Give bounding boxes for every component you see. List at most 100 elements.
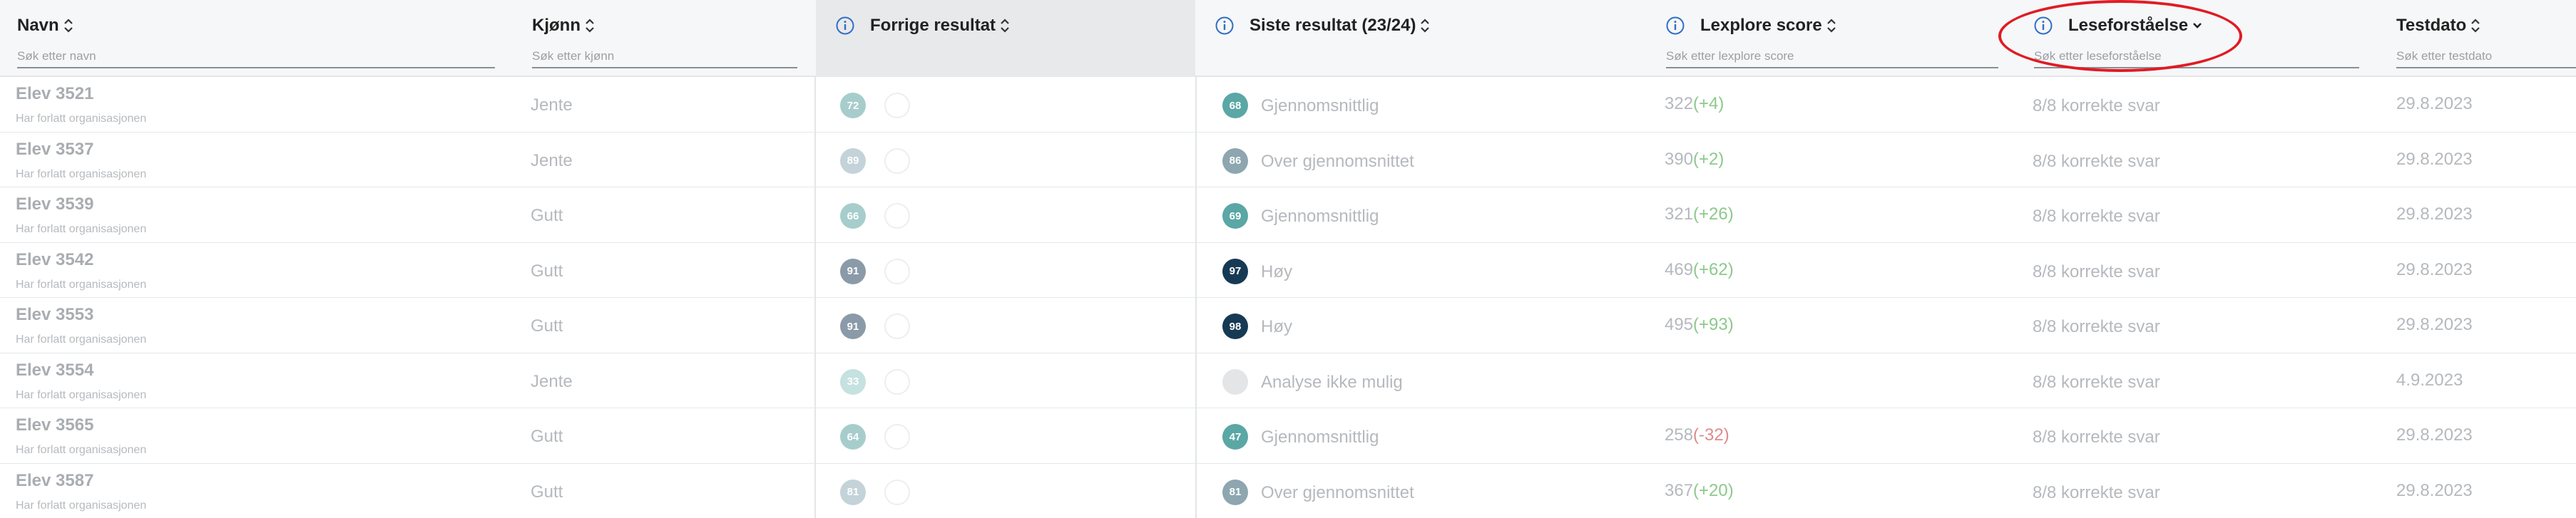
lexplore-score: 322(+4) <box>1665 94 1724 114</box>
prev-placeholder-badge <box>884 203 910 229</box>
prev-placeholder-badge <box>884 93 910 118</box>
student-name[interactable]: Elev 3554 <box>16 361 93 380</box>
column-header-kjonn: Kjønn <box>532 0 797 77</box>
student-name[interactable]: Elev 3537 <box>16 140 93 160</box>
lexplore-score-delta: (+93) <box>1693 315 1734 334</box>
prev-placeholder-badge <box>884 314 910 339</box>
lexplore-score-delta: (+2) <box>1693 149 1724 169</box>
student-status: Har forlatt organisasjonen <box>16 223 147 235</box>
prev-placeholder-badge <box>884 258 910 284</box>
lexplore-score-delta: (+62) <box>1693 259 1734 279</box>
search-kjonn-input[interactable] <box>532 46 797 68</box>
cell-navn: Elev 3537 Har forlatt organisasjonen <box>0 133 814 188</box>
sort-updown-icon <box>1826 16 1836 35</box>
lexplore-score-value: 258 <box>1665 425 1694 445</box>
sort-updown-icon <box>1000 16 1010 35</box>
cell-testdato: 29.8.2023 <box>2396 480 2473 500</box>
lexplore-score-delta: (+20) <box>1693 480 1734 500</box>
current-score-badge: 97 <box>1222 258 1248 284</box>
prev-placeholder-badge <box>884 479 910 505</box>
sort-testdato[interactable]: Testdato <box>2396 16 2480 36</box>
sort-forrige[interactable]: Forrige resultat <box>836 16 1010 36</box>
prev-score-badge: 91 <box>840 258 866 284</box>
student-name[interactable]: Elev 3587 <box>16 471 93 491</box>
cell-navn: Elev 3565 Har forlatt organisasjonen <box>0 408 814 464</box>
lexplore-score: 258(-32) <box>1665 425 1729 445</box>
lexplore-score-value: 469 <box>1665 259 1694 279</box>
lexplore-score-delta: (+4) <box>1693 94 1724 113</box>
column-label: Kjønn <box>532 16 581 35</box>
table-header: Navn Kjønn Forrige resultat <box>0 0 2576 77</box>
prev-placeholder-badge <box>884 368 910 395</box>
column-label: Leseforståelse <box>2068 16 2189 35</box>
prev-score-badge: 33 <box>840 368 866 395</box>
sort-navn[interactable]: Navn <box>17 16 73 36</box>
student-name[interactable]: Elev 3553 <box>16 305 93 325</box>
current-score-badge <box>1222 368 1248 395</box>
prev-score-badge: 81 <box>840 479 866 505</box>
student-name[interactable]: Elev 3542 <box>16 250 93 270</box>
current-score-badge: 47 <box>1222 424 1248 450</box>
prev-placeholder-badge <box>884 424 910 450</box>
table-row[interactable]: Elev 3542 Har forlatt organisasjonen Gut… <box>0 243 2576 298</box>
prev-score-badge: 66 <box>840 203 866 229</box>
info-icon[interactable] <box>1215 16 1234 35</box>
search-lexplore-input[interactable] <box>1666 46 1998 68</box>
lexplore-score-value: 390 <box>1665 149 1694 169</box>
lexplore-score: 495(+93) <box>1665 315 1734 335</box>
info-icon[interactable] <box>1666 16 1685 35</box>
student-status: Har forlatt organisasjonen <box>16 499 147 512</box>
table-row[interactable]: Elev 3565 Har forlatt organisasjonen Gut… <box>0 408 2576 464</box>
search-leseforstaelse-input[interactable] <box>2034 46 2359 68</box>
sort-lexplore[interactable]: Lexplore score <box>1666 16 1836 36</box>
results-table: Navn Kjønn Forrige resultat <box>0 0 2576 518</box>
table-row[interactable]: Elev 3521 Har forlatt organisasjonen Jen… <box>0 77 2576 133</box>
lexplore-score: 469(+62) <box>1665 260 1734 280</box>
sort-siste[interactable]: Siste resultat (23/24) <box>1215 16 1430 36</box>
prev-score-badge: 91 <box>840 314 866 339</box>
column-header-navn: Navn <box>17 0 495 77</box>
student-name[interactable]: Elev 3565 <box>16 415 93 435</box>
prev-score-badge: 64 <box>840 424 866 450</box>
search-testdato-input[interactable] <box>2396 46 2576 68</box>
table-row[interactable]: Elev 3587 Har forlatt organisasjonen Gut… <box>0 464 2576 518</box>
student-status: Har forlatt organisasjonen <box>16 444 147 456</box>
sort-updown-icon <box>585 16 595 35</box>
sort-kjonn[interactable]: Kjønn <box>532 16 595 36</box>
sort-updown-icon <box>2470 16 2480 35</box>
search-navn-input[interactable] <box>17 46 495 68</box>
cell-navn: Elev 3554 Har forlatt organisasjonen <box>0 353 814 409</box>
sort-updown-icon <box>63 16 73 35</box>
lexplore-score: 321(+26) <box>1665 204 1734 224</box>
info-icon[interactable] <box>2034 16 2053 35</box>
table-row[interactable]: Elev 3553 Har forlatt organisasjonen Gut… <box>0 298 2576 353</box>
table-row[interactable]: Elev 3539 Har forlatt organisasjonen Gut… <box>0 187 2576 243</box>
prev-score-badge: 72 <box>840 93 866 118</box>
cell-gender: Gutt <box>531 482 563 502</box>
current-score-badge: 69 <box>1222 203 1248 229</box>
column-header-siste: Siste resultat (23/24) <box>1215 0 1615 77</box>
sort-desc-icon <box>2192 16 2202 35</box>
sort-leseforstaelse[interactable]: Leseforståelse <box>2034 16 2202 36</box>
lexplore-score: 367(+20) <box>1665 481 1734 501</box>
info-icon[interactable] <box>836 16 854 35</box>
table-row[interactable]: Elev 3537 Har forlatt organisasjonen Jen… <box>0 133 2576 188</box>
cell-leseforstaelse: 8/8 korrekte svar <box>2033 482 2160 502</box>
prev-score-badge: 89 <box>840 147 866 174</box>
current-score-badge: 98 <box>1222 314 1248 339</box>
student-name[interactable]: Elev 3521 <box>16 84 93 104</box>
column-label: Lexplore score <box>1700 16 1822 35</box>
lexplore-score-value: 322 <box>1665 94 1694 113</box>
table-row[interactable]: Elev 3554 Har forlatt organisasjonen Jen… <box>0 353 2576 409</box>
cell-navn: Elev 3521 Har forlatt organisasjonen <box>0 77 814 133</box>
lexplore-score-value: 367 <box>1665 480 1694 500</box>
current-score-badge: 68 <box>1222 93 1248 118</box>
column-label: Forrige resultat <box>870 16 996 35</box>
column-label: Testdato <box>2396 16 2467 35</box>
student-name[interactable]: Elev 3539 <box>16 195 93 214</box>
sort-updown-icon <box>1420 16 1430 35</box>
current-score-badge: 81 <box>1222 479 1248 505</box>
student-status: Har forlatt organisasjonen <box>16 113 147 125</box>
current-score-badge: 86 <box>1222 147 1248 174</box>
student-status: Har forlatt organisasjonen <box>16 278 147 291</box>
